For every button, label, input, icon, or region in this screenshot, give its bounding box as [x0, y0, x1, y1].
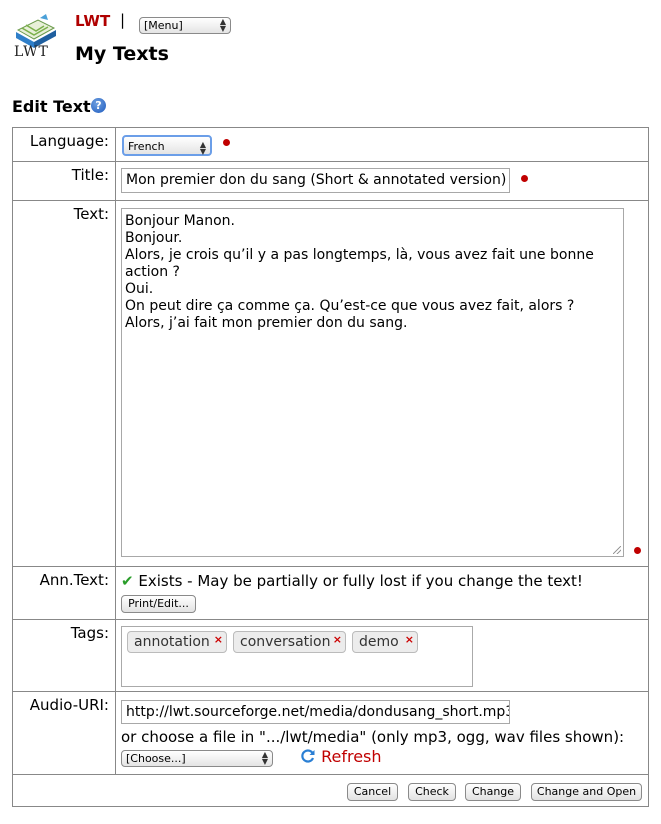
tag-remove-icon[interactable]: ×: [333, 633, 342, 646]
audio-uri-input[interactable]: http://lwt.sourceforge.net/media/dondusa…: [121, 700, 510, 724]
title-label: Title:: [12, 161, 116, 201]
tag-label: conversation: [240, 634, 331, 650]
text-textarea[interactable]: Bonjour Manon. Bonjour. Alors, je crois …: [121, 208, 624, 557]
language-select-value: French: [128, 140, 165, 153]
text-line: On peut dire ça comme ça. Qu’est-ce que …: [125, 298, 575, 314]
tag-label: demo: [359, 634, 399, 650]
audio-cell: http://lwt.sourceforge.net/media/dondusa…: [115, 691, 649, 775]
brand-link[interactable]: LWT: [75, 12, 110, 30]
text-line: Bonjour.: [125, 230, 183, 246]
tags-label: Tags:: [12, 619, 116, 692]
tags-cell: annotation × conversation × demo ×: [115, 619, 649, 692]
media-file-select[interactable]: [Choose...] ▲ ▼: [121, 750, 273, 767]
cancel-button[interactable]: Cancel: [347, 783, 398, 801]
tags-input[interactable]: annotation × conversation × demo ×: [121, 626, 473, 687]
select-arrows-icon: ▲ ▼: [219, 17, 226, 33]
language-select[interactable]: French ▲ ▼: [122, 135, 212, 156]
help-icon[interactable]: ?: [91, 98, 106, 113]
ann-text-cell: ✔ Exists - May be partially or fully los…: [115, 566, 649, 620]
select-arrows-icon: ▲ ▼: [261, 750, 268, 766]
resize-grip-icon[interactable]: [613, 546, 621, 554]
text-line: Alors, je crois qu’il y a pas longtemps,…: [125, 247, 594, 263]
tag-chip[interactable]: demo ×: [352, 631, 418, 653]
change-and-open-button[interactable]: Change and Open: [531, 783, 642, 801]
tag-chip[interactable]: conversation ×: [233, 631, 346, 653]
change-button[interactable]: Change: [465, 783, 521, 801]
text-line: Bonjour Manon.: [125, 213, 235, 229]
required-indicator: [223, 139, 230, 146]
print-edit-button[interactable]: Print/Edit...: [121, 595, 196, 613]
buttons-row: Cancel Check Change Change and Open: [12, 774, 649, 807]
text-cell: Bonjour Manon. Bonjour. Alors, je crois …: [115, 200, 649, 567]
main-menu-select[interactable]: [Menu] ▲ ▼: [139, 17, 231, 34]
logo-text: LWT: [14, 44, 49, 60]
tag-chip[interactable]: annotation ×: [127, 631, 227, 653]
ann-text-status-line: ✔ Exists - May be partially or fully los…: [121, 572, 583, 590]
language-label: Language:: [12, 127, 116, 162]
text-label: Text:: [12, 200, 116, 567]
header-separator: |: [120, 11, 126, 29]
tag-remove-icon[interactable]: ×: [214, 633, 223, 646]
select-arrows-icon: ▲ ▼: [199, 140, 206, 156]
check-button[interactable]: Check: [408, 783, 456, 801]
audio-uri-label: Audio-URI:: [12, 691, 116, 775]
media-file-select-value: [Choose...]: [126, 752, 186, 765]
text-line: action ?: [125, 264, 180, 280]
section-title: Edit Text: [12, 97, 91, 116]
tag-remove-icon[interactable]: ×: [405, 633, 414, 646]
ann-text-label: Ann.Text:: [12, 566, 116, 620]
edit-text-form: Language: French ▲ ▼ Title: Mon premier d…: [12, 127, 649, 807]
page-title: My Texts: [75, 43, 169, 65]
text-line: Alors, j’ai fait mon premier don du sang…: [125, 315, 408, 331]
refresh-link[interactable]: Refresh: [300, 747, 382, 766]
check-icon: ✔: [121, 572, 134, 590]
ann-text-status: Exists - May be partially or fully lost …: [138, 572, 583, 590]
required-indicator: [634, 547, 641, 554]
language-cell: French ▲ ▼: [115, 127, 649, 162]
refresh-label: Refresh: [321, 747, 382, 766]
refresh-icon: [301, 749, 315, 763]
main-menu-select-value: [Menu]: [144, 19, 183, 32]
tag-label: annotation: [134, 634, 210, 650]
required-indicator: [521, 175, 528, 182]
title-input[interactable]: Mon premier don du sang (Short & annotat…: [121, 168, 510, 193]
title-cell: Mon premier don du sang (Short & annotat…: [115, 161, 649, 201]
text-line: Oui.: [125, 281, 154, 297]
choose-file-text: or choose a file in ".../lwt/media" (onl…: [121, 728, 625, 746]
